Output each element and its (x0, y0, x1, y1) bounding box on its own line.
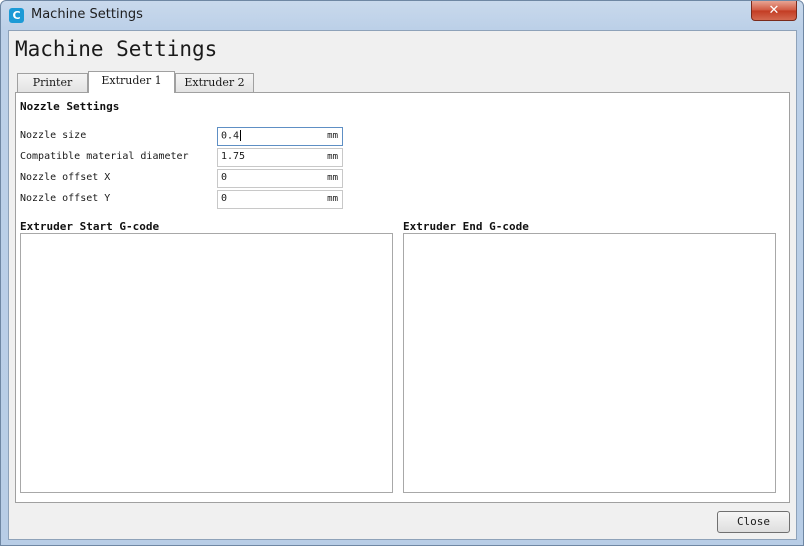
nozzle-offset-y-value: 0 (221, 193, 228, 204)
nozzle-offset-x-label: Nozzle offset X (20, 172, 111, 183)
end-gcode-heading: Extruder End G-code (403, 220, 529, 233)
text-caret (240, 130, 242, 141)
material-diameter-unit: mm (327, 152, 338, 162)
machine-settings-window: C Machine Settings ✕ Machine Settings Pr… (0, 0, 804, 546)
page-title: Machine Settings (15, 37, 218, 61)
material-diameter-label: Compatible material diameter (20, 151, 189, 162)
material-diameter-value: 1.75 (221, 151, 246, 162)
close-button[interactable]: Close (717, 511, 790, 533)
nozzle-offset-x-unit: mm (327, 173, 338, 183)
nozzle-offset-x-value: 0 (221, 172, 228, 183)
title-bar[interactable]: C Machine Settings ✕ (1, 1, 803, 29)
nozzle-size-label: Nozzle size (20, 130, 87, 141)
app-logo-icon: C (9, 8, 24, 23)
tab-extruder-1[interactable]: Extruder 1 (88, 71, 175, 93)
dialog-client-area: Machine Settings Printer Extruder 1 Extr… (8, 30, 797, 540)
material-diameter-input[interactable]: 1.75 mm (217, 148, 343, 167)
start-gcode-textarea[interactable] (20, 233, 393, 493)
extruder-settings-panel: Nozzle Settings Nozzle size 0.4 mm Compa… (15, 92, 790, 503)
tab-extruder-2[interactable]: Extruder 2 (175, 73, 254, 92)
nozzle-settings-heading: Nozzle Settings (20, 100, 120, 113)
window-close-icon[interactable]: ✕ (751, 1, 797, 21)
nozzle-size-input[interactable]: 0.4 mm (217, 127, 343, 146)
nozzle-size-value: 0.4 (221, 130, 240, 142)
start-gcode-heading: Extruder Start G-code (20, 220, 160, 233)
window-title: Machine Settings (31, 7, 143, 22)
nozzle-size-unit: mm (327, 131, 338, 141)
nozzle-offset-x-input[interactable]: 0 mm (217, 169, 343, 188)
tab-printer[interactable]: Printer (17, 73, 88, 92)
nozzle-offset-y-unit: mm (327, 194, 338, 204)
end-gcode-textarea[interactable] (403, 233, 776, 493)
nozzle-offset-y-label: Nozzle offset Y (20, 193, 111, 204)
nozzle-offset-y-input[interactable]: 0 mm (217, 190, 343, 209)
